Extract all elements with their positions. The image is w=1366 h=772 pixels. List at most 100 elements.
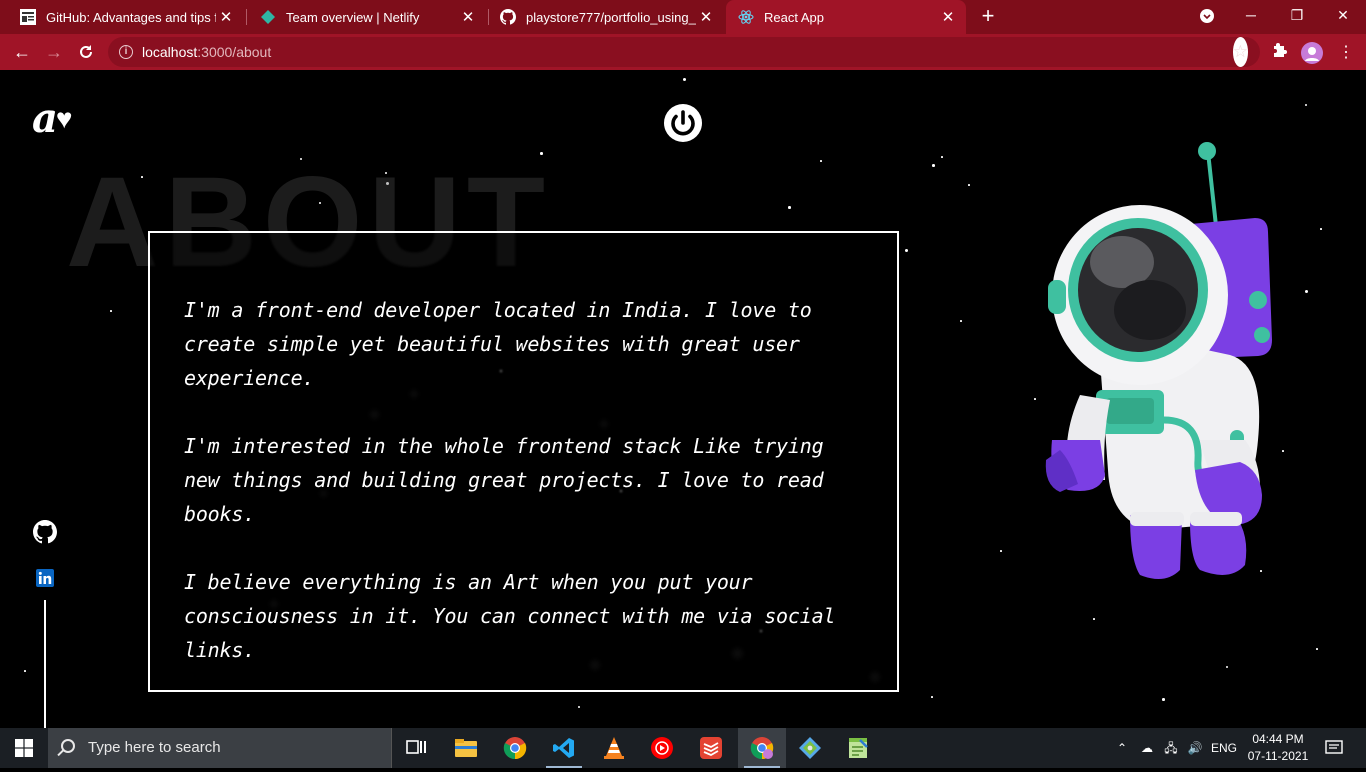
tab-search-button[interactable]: [1184, 0, 1230, 32]
tab-title: playstore777/portfolio_using_rea: [526, 9, 696, 25]
profile-avatar[interactable]: [1301, 42, 1323, 64]
notifications-icon[interactable]: [1318, 728, 1350, 768]
youtube-music-app[interactable]: [638, 728, 686, 768]
star-dot: [931, 696, 933, 698]
about-paragraph: I'm a front-end developer located in Ind…: [184, 298, 812, 390]
forward-button[interactable]: →: [40, 39, 68, 65]
star-dot: [578, 706, 580, 708]
about-paragraph: I'm interested in the whole frontend sta…: [184, 434, 824, 526]
clock-time: 04:44 PM: [1252, 732, 1304, 746]
language-indicator[interactable]: ENG: [1208, 728, 1240, 768]
reload-button[interactable]: [72, 39, 100, 65]
volume-icon[interactable]: 🔊: [1184, 728, 1206, 768]
git-diamond-icon: [799, 737, 821, 759]
notepad-plus-app[interactable]: [834, 728, 882, 768]
extensions-puzzle-icon[interactable]: [1270, 42, 1290, 62]
site-info-icon[interactable]: i: [119, 45, 133, 59]
task-view-button[interactable]: [392, 728, 440, 768]
minimize-button[interactable]: ─: [1228, 0, 1274, 32]
react-icon: [738, 9, 754, 25]
tab-react-app[interactable]: React App ✕: [726, 0, 966, 34]
restore-button[interactable]: ❐: [1274, 0, 1320, 32]
star-dot: [1316, 648, 1318, 650]
new-tab-button[interactable]: +: [976, 4, 1000, 30]
star-dot: [1226, 666, 1228, 668]
close-icon[interactable]: ✕: [696, 8, 716, 26]
star-dot: [683, 78, 686, 81]
tab-title: React App: [764, 9, 824, 25]
linkedin-link[interactable]: [33, 566, 57, 590]
address-bar[interactable]: i localhost:3000/about ☆: [108, 37, 1260, 67]
url-host: localhost: [142, 44, 198, 60]
tab-github-advantages[interactable]: GitHub: Advantages and tips for a ✕: [8, 0, 244, 34]
menu-kebab-icon[interactable]: ⋮: [1338, 42, 1354, 64]
search-placeholder: Type here to search: [88, 739, 221, 756]
git-app[interactable]: [786, 728, 834, 768]
chrome-icon: [750, 737, 774, 760]
star-dot: [941, 156, 943, 158]
folder-icon: [455, 739, 477, 757]
about-paragraph: I believe everything is an Art when you …: [184, 570, 836, 662]
close-icon[interactable]: ✕: [458, 8, 478, 26]
tab-strip: GitHub: Advantages and tips for a ✕ Team…: [0, 0, 1366, 34]
star-dot: [1093, 618, 1095, 620]
logo-letter: a: [32, 95, 58, 142]
close-icon[interactable]: ✕: [938, 8, 958, 26]
chrome-app[interactable]: [491, 728, 539, 768]
tab-netlify[interactable]: Team overview | Netlify ✕: [248, 0, 486, 34]
news-favicon-icon: [20, 9, 36, 25]
star-dot: [788, 206, 791, 209]
show-hidden-icons-button[interactable]: ⌃: [1112, 728, 1132, 768]
github-icon: [500, 9, 516, 25]
search-icon: [61, 739, 75, 753]
chrome-icon: [503, 737, 527, 760]
onedrive-icon[interactable]: ☁: [1136, 728, 1158, 768]
youtube-music-icon: [651, 737, 673, 759]
github-icon: [33, 520, 57, 544]
vlc-cone-icon: [604, 737, 624, 759]
back-button[interactable]: ←: [8, 39, 36, 65]
notepad-icon: [849, 738, 868, 758]
star-dot: [1305, 104, 1307, 106]
star-dot: [932, 164, 935, 167]
browser-toolbar: ← → i localhost:3000/about ☆: [0, 34, 1366, 70]
url-path: :3000/about: [197, 44, 272, 60]
star-dot: [1000, 550, 1002, 552]
close-window-button[interactable]: ✕: [1320, 0, 1366, 32]
start-button[interactable]: [0, 728, 48, 768]
star-dot: [820, 160, 822, 162]
taskbar-clock[interactable]: 04:44 PM 07-11-2021: [1244, 731, 1312, 765]
chrome-profile-app[interactable]: [738, 728, 786, 768]
close-icon[interactable]: ✕: [216, 8, 236, 26]
star-dot: [110, 310, 112, 312]
heart-icon: ♥: [55, 103, 73, 134]
tab-github-repo[interactable]: playstore777/portfolio_using_rea ✕: [488, 0, 724, 34]
clock-date: 07-11-2021: [1247, 749, 1309, 763]
linkedin-icon: [36, 569, 54, 587]
github-link[interactable]: [33, 520, 57, 544]
taskbar-search-input[interactable]: Type here to search: [48, 728, 392, 768]
netlify-icon: [260, 9, 276, 25]
file-explorer-app[interactable]: [442, 728, 490, 768]
vlc-app[interactable]: [590, 728, 638, 768]
task-view-icon: [406, 740, 426, 754]
star-dot: [960, 320, 962, 322]
todoist-app[interactable]: [687, 728, 735, 768]
star-dot: [968, 184, 970, 186]
tab-title: Team overview | Netlify: [286, 9, 420, 25]
power-icon: [664, 104, 702, 142]
windows-taskbar: Type here to search ⌃ ☁ 🖧 🔊 ENG 04:44 PM…: [0, 728, 1366, 768]
network-icon[interactable]: 🖧: [1160, 728, 1182, 768]
site-logo[interactable]: a ♥: [32, 95, 73, 142]
tab-title: GitHub: Advantages and tips for a: [46, 9, 216, 25]
vscode-app[interactable]: [540, 728, 588, 768]
about-card: I'm a front-end developer located in Ind…: [148, 231, 899, 692]
power-button[interactable]: [664, 104, 702, 142]
star-dot: [905, 249, 908, 252]
social-divider-line: [44, 600, 46, 728]
star-dot: [1162, 698, 1165, 701]
todoist-icon: [700, 737, 722, 759]
bookmark-star-icon[interactable]: ☆: [1232, 37, 1248, 67]
windows-logo-icon: [15, 739, 33, 757]
star-dot: [24, 670, 26, 672]
